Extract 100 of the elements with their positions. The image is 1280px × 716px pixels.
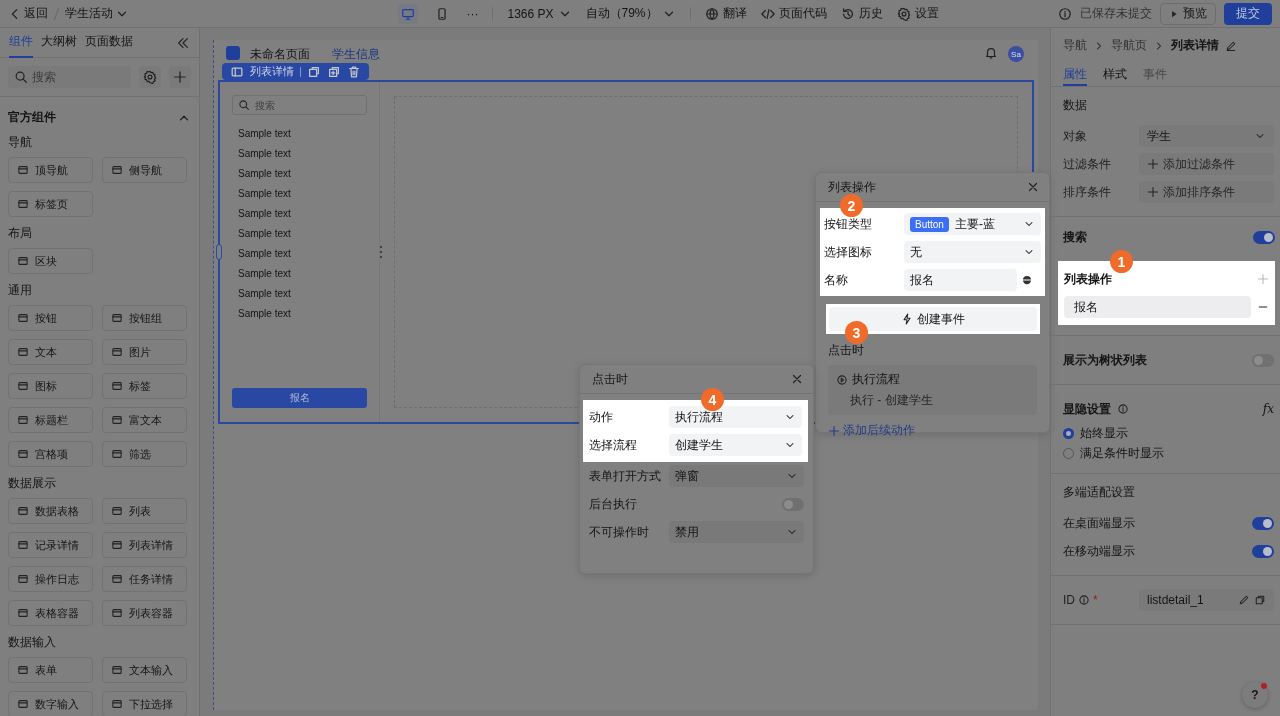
toggle-switch[interactable]: [782, 497, 804, 511]
select-field[interactable]: Button 主要-蓝: [904, 213, 1041, 235]
toolbar-button[interactable]: 历史: [840, 5, 883, 22]
component-item[interactable]: 列表详情: [102, 532, 187, 558]
select-field[interactable]: 无: [904, 241, 1041, 263]
component-item[interactable]: 筛选: [102, 441, 187, 467]
component-item[interactable]: 列表: [102, 498, 187, 524]
toolbar-button[interactable]: 翻译: [704, 5, 747, 22]
text-area[interactable]: 报名: [904, 269, 1017, 291]
desktop-view-button[interactable]: [398, 3, 419, 24]
signup-button[interactable]: 报名: [232, 388, 367, 408]
list-item[interactable]: Sample text: [232, 224, 367, 244]
list-item[interactable]: Sample text: [232, 284, 367, 304]
add-button[interactable]: [169, 66, 191, 88]
search-field[interactable]: 搜索: [232, 95, 367, 115]
resize-handle[interactable]: [216, 244, 222, 260]
breadcrumb-item[interactable]: 列表详情: [1171, 37, 1219, 54]
edit-icon[interactable]: [1225, 39, 1237, 52]
component-item[interactable]: 文本: [8, 339, 93, 365]
component-item[interactable]: 操作日志: [8, 566, 93, 592]
list-item[interactable]: Sample text: [232, 184, 367, 204]
panel-icon: [17, 164, 29, 176]
component-item[interactable]: 按钮: [8, 305, 93, 331]
component-item[interactable]: 数字输入: [8, 691, 93, 716]
component-item[interactable]: 富文本: [102, 407, 187, 433]
copy-icon[interactable]: [307, 64, 321, 79]
breadcrumb-item[interactable]: 导航: [1063, 37, 1087, 54]
panel-tab[interactable]: 样式: [1103, 64, 1127, 86]
more-button[interactable]: ···: [466, 6, 479, 21]
delete-icon[interactable]: [347, 64, 361, 79]
component-item[interactable]: 按钮组: [102, 305, 187, 331]
drag-handle[interactable]: [380, 246, 382, 258]
component-item[interactable]: 文本输入: [102, 657, 187, 683]
list-item[interactable]: Sample text: [232, 244, 367, 264]
toggle-switch[interactable]: [1252, 353, 1274, 367]
select-field[interactable]: 弹窗: [669, 465, 804, 487]
toolbar-button[interactable]: 设置: [896, 5, 939, 22]
page-tab[interactable]: 学生信息: [332, 46, 380, 63]
component-item[interactable]: 区块: [8, 248, 93, 274]
component-item[interactable]: 标签页: [8, 191, 93, 217]
collapse-icon[interactable]: [176, 35, 190, 50]
close-icon[interactable]: [1026, 180, 1040, 194]
panel-tab[interactable]: 页面数据: [85, 28, 133, 58]
list-item[interactable]: Sample text: [232, 124, 367, 144]
list-item[interactable]: Sample text: [232, 304, 367, 324]
duplicate-icon[interactable]: [327, 64, 341, 79]
list-item[interactable]: Sample text: [232, 204, 367, 224]
toolbar-button[interactable]: 页面代码: [760, 5, 827, 22]
preview-button[interactable]: 预览: [1160, 2, 1216, 25]
component-item[interactable]: 标签: [102, 373, 187, 399]
add-condition-button[interactable]: 添加过滤条件: [1139, 153, 1274, 175]
list-item[interactable]: Sample text: [232, 264, 367, 284]
component-item[interactable]: 表单: [8, 657, 93, 683]
search-field[interactable]: 搜索: [8, 66, 131, 88]
component-item[interactable]: 侧导航: [102, 157, 187, 183]
setting-label: 搜索: [1063, 228, 1087, 246]
component-item[interactable]: 图片: [102, 339, 187, 365]
component-item[interactable]: 图标: [8, 373, 93, 399]
panel-tab[interactable]: 属性: [1063, 64, 1087, 86]
back-link[interactable]: 返回: [8, 5, 48, 22]
component-item[interactable]: 表格容器: [8, 600, 93, 626]
width-select[interactable]: 1366 PX: [507, 6, 572, 21]
bell-icon[interactable]: [984, 46, 998, 60]
event-card[interactable]: 执行流程 执行 - 创建学生: [828, 365, 1037, 415]
formula-button[interactable]: fx: [1262, 402, 1274, 416]
panel-tab[interactable]: 组件: [9, 28, 33, 58]
user-avatar[interactable]: Sa: [1008, 46, 1024, 62]
component-item[interactable]: 标题栏: [8, 407, 93, 433]
component-item[interactable]: 记录详情: [8, 532, 93, 558]
edit-icon[interactable]: [1238, 594, 1250, 606]
toggle-switch[interactable]: [1252, 544, 1274, 558]
component-item[interactable]: 列表容器: [102, 600, 187, 626]
toggle-switch[interactable]: [1252, 516, 1274, 530]
component-item[interactable]: 下拉选择: [102, 691, 187, 716]
list-item[interactable]: Sample text: [232, 144, 367, 164]
submit-button[interactable]: 提交: [1224, 2, 1272, 25]
radio-option[interactable]: 始终显示: [1063, 423, 1274, 443]
toggle-switch[interactable]: [1253, 230, 1275, 244]
app-switcher[interactable]: 学生活动: [65, 5, 129, 22]
id-field[interactable]: listdetail_1: [1139, 589, 1274, 611]
component-item[interactable]: 宫格项: [8, 441, 93, 467]
close-icon[interactable]: [790, 372, 804, 386]
select-field[interactable]: 禁用: [669, 521, 804, 543]
radio-option[interactable]: 满足条件时显示: [1063, 443, 1274, 463]
action-item[interactable]: 报名: [1064, 296, 1251, 318]
component-item[interactable]: 数据表格: [8, 498, 93, 524]
copy-icon[interactable]: [1254, 594, 1266, 606]
help-button[interactable]: ?: [1242, 682, 1268, 708]
select-field[interactable]: 创建学生: [669, 434, 802, 456]
zoom-select[interactable]: 自动（79%）: [585, 5, 676, 22]
add-condition-button[interactable]: 添加排序条件: [1139, 181, 1274, 203]
component-item[interactable]: 顶导航: [8, 157, 93, 183]
select-field[interactable]: 执行流程: [669, 406, 802, 428]
list-item[interactable]: Sample text: [232, 164, 367, 184]
component-item[interactable]: 任务详情: [102, 566, 187, 592]
settings-button[interactable]: [139, 66, 161, 88]
select-field[interactable]: 学生: [1139, 125, 1274, 147]
panel-tab[interactable]: 大纲树: [41, 28, 77, 58]
globe-icon[interactable]: [1021, 274, 1033, 286]
breadcrumb-item[interactable]: 导航页: [1111, 37, 1147, 54]
